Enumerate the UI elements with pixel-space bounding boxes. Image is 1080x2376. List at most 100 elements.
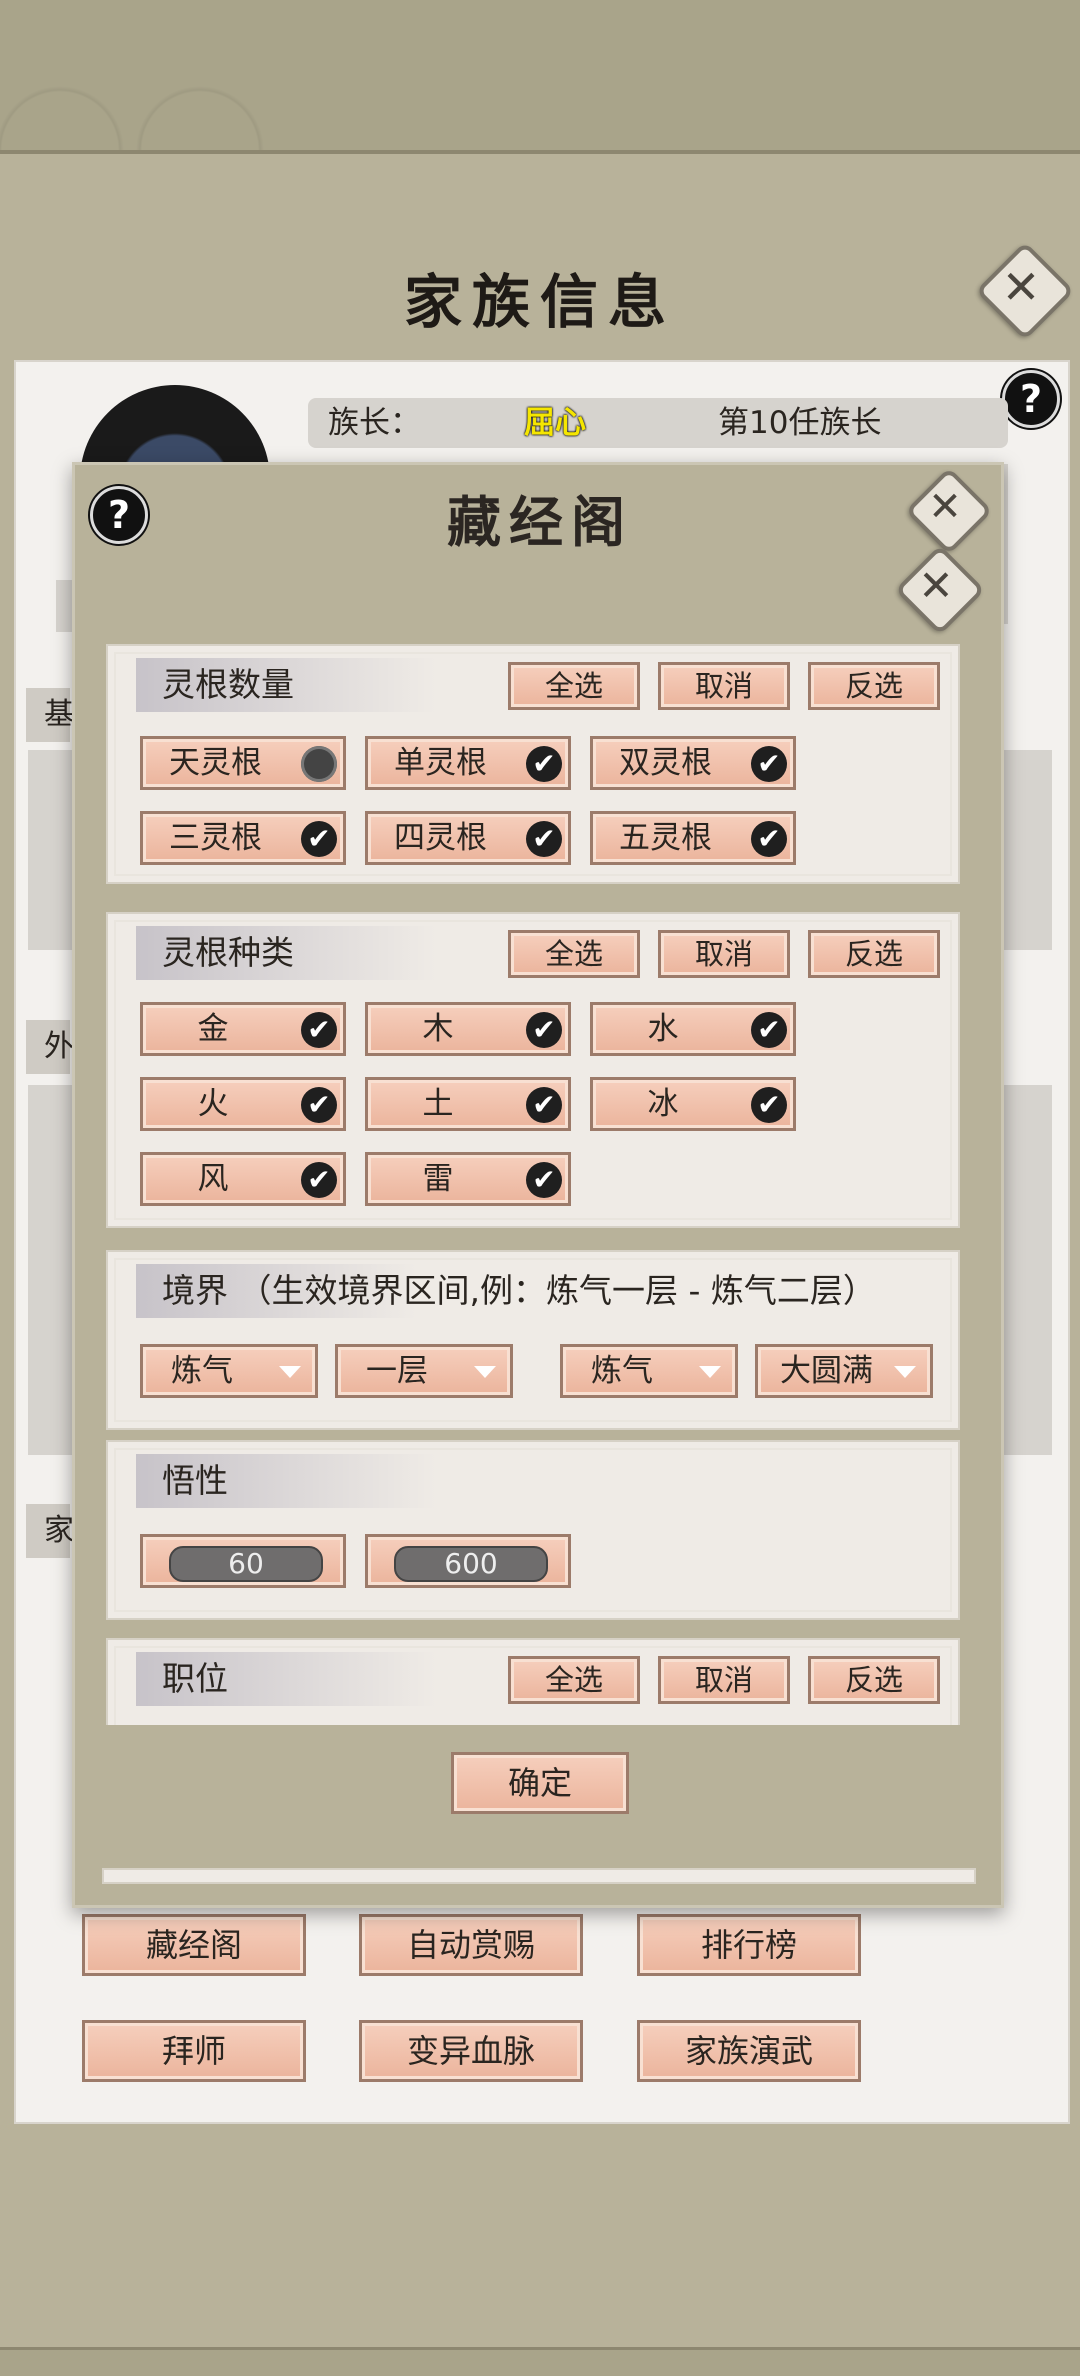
option-wind[interactable]: 风 ✔ bbox=[140, 1152, 346, 1206]
apprentice-button[interactable]: 拜师 bbox=[82, 2020, 306, 2082]
decorative-footer bbox=[0, 2347, 1080, 2376]
dropdown-value: 炼气 bbox=[591, 1353, 653, 1389]
checkmark-icon: ✔ bbox=[301, 1087, 337, 1123]
modal-help-button[interactable]: ? bbox=[90, 486, 148, 544]
checkmark-icon: ✔ bbox=[526, 746, 562, 782]
info-strip bbox=[56, 580, 72, 632]
decorative-wave-header bbox=[0, 0, 1080, 154]
close-x-icon: ✕ bbox=[918, 561, 954, 610]
section-bg-strip bbox=[998, 750, 1052, 950]
option-label: 风 bbox=[197, 1161, 229, 1197]
root-type-select-all-button[interactable]: 全选 bbox=[508, 930, 640, 978]
close-x-icon: ✕ bbox=[1001, 260, 1041, 314]
modal-bottom-divider bbox=[102, 1868, 976, 1884]
option-label: 土 bbox=[422, 1086, 454, 1122]
root-type-header: 灵根种类 bbox=[136, 926, 436, 980]
option-water[interactable]: 水 ✔ bbox=[590, 1002, 796, 1056]
position-invert-button[interactable]: 反选 bbox=[808, 1656, 940, 1704]
unchecked-icon bbox=[301, 746, 337, 782]
option-label: 三灵根 bbox=[169, 820, 262, 856]
position-section: 职位 全选 取消 反选 bbox=[106, 1638, 960, 1725]
section-bg-strip bbox=[28, 750, 72, 950]
filter-scroll-area[interactable]: 灵根数量 全选 取消 反选 天灵根 单灵根 ✔ 双灵根 ✔ 三灵根 ✔ 四灵根 … bbox=[104, 640, 964, 1725]
root-count-cancel-button[interactable]: 取消 bbox=[658, 662, 790, 710]
auto-reward-button[interactable]: 自动赏赐 bbox=[359, 1914, 583, 1976]
option-single-root[interactable]: 单灵根 ✔ bbox=[365, 736, 571, 790]
option-label: 单灵根 bbox=[394, 745, 487, 781]
realm-to-dropdown[interactable]: 炼气 bbox=[560, 1344, 738, 1398]
family-martial-button[interactable]: 家族演武 bbox=[637, 2020, 861, 2082]
option-fire[interactable]: 火 ✔ bbox=[140, 1077, 346, 1131]
mutated-bloodline-button[interactable]: 变异血脉 bbox=[359, 2020, 583, 2082]
position-cancel-button[interactable]: 取消 bbox=[658, 1656, 790, 1704]
option-label: 雷 bbox=[422, 1161, 454, 1197]
dropdown-value: 一层 bbox=[366, 1353, 428, 1389]
comprehension-max-field[interactable]: 600 bbox=[365, 1534, 571, 1588]
option-heaven-root[interactable]: 天灵根 bbox=[140, 736, 346, 790]
leader-rank: 第10任族长 bbox=[718, 405, 882, 441]
realm-from-dropdown[interactable]: 炼气 bbox=[140, 1344, 318, 1398]
level-to-dropdown[interactable]: 大圆满 bbox=[755, 1344, 933, 1398]
option-double-root[interactable]: 双灵根 ✔ bbox=[590, 736, 796, 790]
root-type-cancel-button[interactable]: 取消 bbox=[658, 930, 790, 978]
triangle-down-icon bbox=[279, 1366, 301, 1378]
checkmark-icon: ✔ bbox=[301, 821, 337, 857]
option-label: 五灵根 bbox=[619, 820, 712, 856]
checkmark-icon: ✔ bbox=[526, 1162, 562, 1198]
dropdown-value: 炼气 bbox=[171, 1353, 233, 1389]
option-label: 木 bbox=[422, 1011, 454, 1047]
comprehension-max-value: 600 bbox=[394, 1546, 548, 1582]
leader-info-row: 族长： 屈心 第10任族长 bbox=[308, 398, 1008, 448]
option-earth[interactable]: 土 ✔ bbox=[365, 1077, 571, 1131]
comprehension-header: 悟性 bbox=[136, 1454, 436, 1508]
side-tab-basic[interactable]: 基 bbox=[26, 688, 74, 742]
side-tab-outer[interactable]: 外 bbox=[26, 1020, 74, 1074]
root-type-section: 灵根种类 全选 取消 反选 金 ✔ 木 ✔ 水 ✔ 火 ✔ 土 ✔ 冰 ✔ 风 bbox=[106, 912, 960, 1228]
checkmark-icon: ✔ bbox=[301, 1162, 337, 1198]
checkmark-icon: ✔ bbox=[751, 821, 787, 857]
option-label: 火 bbox=[197, 1086, 229, 1122]
comprehension-section: 悟性 60 600 bbox=[106, 1440, 960, 1620]
root-count-section: 灵根数量 全选 取消 反选 天灵根 单灵根 ✔ 双灵根 ✔ 三灵根 ✔ 四灵根 … bbox=[106, 644, 960, 884]
triangle-down-icon bbox=[474, 1366, 496, 1378]
checkmark-icon: ✔ bbox=[751, 1012, 787, 1048]
section-bg-strip bbox=[28, 1085, 72, 1455]
position-select-all-button[interactable]: 全选 bbox=[508, 1656, 640, 1704]
option-label: 水 bbox=[647, 1011, 679, 1047]
comprehension-min-field[interactable]: 60 bbox=[140, 1534, 346, 1588]
question-mark-icon: ? bbox=[1019, 377, 1043, 421]
comprehension-min-value: 60 bbox=[169, 1546, 323, 1582]
option-thunder[interactable]: 雷 ✔ bbox=[365, 1152, 571, 1206]
position-header: 职位 bbox=[136, 1652, 436, 1706]
root-count-invert-button[interactable]: 反选 bbox=[808, 662, 940, 710]
option-penta-root[interactable]: 五灵根 ✔ bbox=[590, 811, 796, 865]
side-tab-family[interactable]: 家 bbox=[26, 1504, 74, 1558]
checkmark-icon: ✔ bbox=[751, 746, 787, 782]
root-count-select-all-button[interactable]: 全选 bbox=[508, 662, 640, 710]
checkmark-icon: ✔ bbox=[751, 1087, 787, 1123]
option-label: 双灵根 bbox=[619, 745, 712, 781]
root-type-invert-button[interactable]: 反选 bbox=[808, 930, 940, 978]
level-from-dropdown[interactable]: 一层 bbox=[335, 1344, 513, 1398]
option-ice[interactable]: 冰 ✔ bbox=[590, 1077, 796, 1131]
option-label: 金 bbox=[197, 1011, 229, 1047]
option-label: 天灵根 bbox=[169, 745, 262, 781]
checkmark-icon: ✔ bbox=[526, 821, 562, 857]
option-metal[interactable]: 金 ✔ bbox=[140, 1002, 346, 1056]
option-label: 冰 bbox=[647, 1086, 679, 1122]
ranking-button[interactable]: 排行榜 bbox=[637, 1914, 861, 1976]
realm-header: 境界 （生效境界区间,例：炼气一层 - 炼气二层） bbox=[136, 1264, 936, 1318]
option-quad-root[interactable]: 四灵根 ✔ bbox=[365, 811, 571, 865]
triangle-down-icon bbox=[699, 1366, 721, 1378]
checkmark-icon: ✔ bbox=[526, 1012, 562, 1048]
option-triple-root[interactable]: 三灵根 ✔ bbox=[140, 811, 346, 865]
option-wood[interactable]: 木 ✔ bbox=[365, 1002, 571, 1056]
family-help-button[interactable]: ? bbox=[1002, 370, 1060, 428]
leader-name[interactable]: 屈心 bbox=[524, 398, 586, 448]
library-button[interactable]: 藏经阁 bbox=[82, 1914, 306, 1976]
family-info-title: 家族信息 bbox=[403, 268, 676, 336]
triangle-down-icon bbox=[894, 1366, 916, 1378]
realm-section: 境界 （生效境界区间,例：炼气一层 - 炼气二层） 炼气 一层 炼气 大圆满 bbox=[106, 1250, 960, 1430]
confirm-button[interactable]: 确定 bbox=[451, 1752, 629, 1814]
option-label: 四灵根 bbox=[394, 820, 487, 856]
